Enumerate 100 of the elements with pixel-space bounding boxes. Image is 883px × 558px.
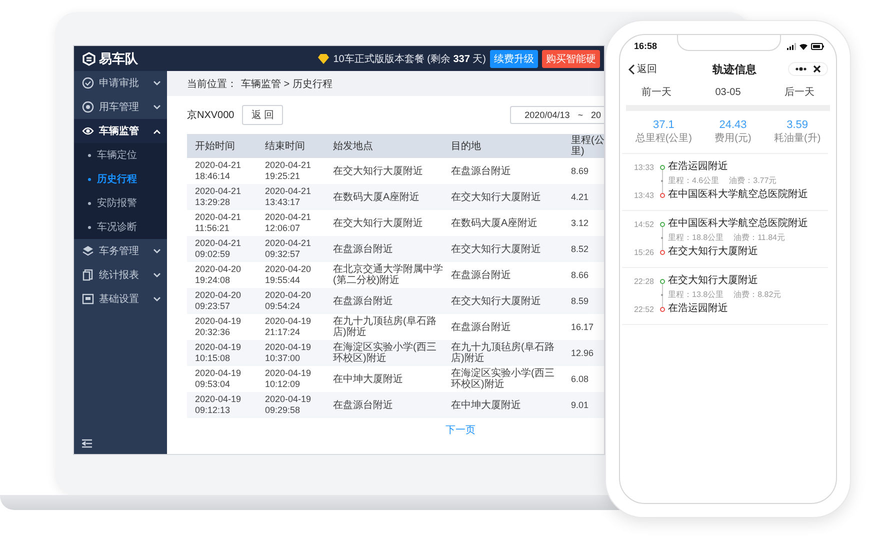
table-cell: 2020-04-21 12:06:07 [257, 210, 325, 236]
end-place: 在中国医科大学航空总医院附近 [668, 188, 809, 202]
table-cell: 2020-04-21 13:43:17 [257, 184, 325, 210]
trip-cost: 油费：11.84元 [734, 232, 786, 244]
trip-cost: 油费：8.82元 [734, 289, 782, 301]
start-time: 22:28 [632, 276, 655, 286]
table-cell: 2020-04-21 19:25:21 [257, 158, 325, 184]
column-header: 里程(公里) [563, 134, 604, 158]
table-cell: 在盘源台附近 [325, 392, 443, 418]
table-cell: 在中坤大厦附近 [325, 366, 443, 392]
end-place: 在浩运园附近 [668, 302, 729, 316]
date-range-field[interactable]: 2020/04/13 ~ 20 [510, 106, 604, 124]
table-cell: 12.96 [563, 340, 604, 366]
table-cell: 在交大知行大厦附近 [325, 210, 443, 236]
check-circle-icon [82, 77, 94, 89]
table-cell: 2020-04-21 18:46:14 [187, 158, 257, 184]
table-cell: 2020-04-20 09:23:57 [187, 288, 257, 314]
sidebar-subitem[interactable]: 车辆定位 [74, 143, 167, 167]
table-cell: 在交大知行大厦附近 [325, 158, 443, 184]
documents-icon [82, 269, 94, 281]
more-icon[interactable] [795, 67, 807, 71]
table-cell: 2020-04-19 09:53:04 [187, 366, 257, 392]
table-cell: 2020-04-21 13:29:28 [187, 184, 257, 210]
collapse-menu-icon[interactable] [82, 439, 92, 448]
table-cell: 4.21 [563, 184, 604, 210]
sidebar-subitem[interactable]: 车况诊断 [74, 215, 167, 239]
sidebar-item[interactable]: 基础设置 [74, 287, 167, 311]
start-place: 在中国医科大学航空总医院附近 [668, 217, 809, 231]
back-button[interactable]: 返 回 [242, 105, 284, 125]
trip-mileage: 里程：18.8公里 [668, 232, 724, 244]
table-cell: 在交大知行大厦附近 [443, 184, 563, 210]
stat-label: 总里程(公里) [635, 132, 692, 145]
table-cell: 16.17 [563, 314, 604, 340]
table-cell: 在海淀区实验小学(西三环校区)附近 [325, 340, 443, 366]
column-header: 结束时间 [257, 134, 325, 158]
table-cell: 在盘源台附近 [325, 236, 443, 262]
table-cell: 在盘源台附近 [443, 158, 563, 184]
start-time: 13:33 [632, 162, 655, 172]
stat-label: 耗油量(升) [774, 132, 821, 145]
table-cell: 在交大知行大厦附近 [443, 288, 563, 314]
app-logo-text: 易车队 [99, 50, 138, 68]
wifi-icon [799, 42, 808, 50]
status-time: 16:58 [634, 41, 658, 51]
sidebar-subitem[interactable]: 安防报警 [74, 191, 167, 215]
table-cell: 在九十九顶毡房(阜石路店)附近 [325, 314, 443, 340]
current-date: 03-05 [715, 86, 741, 98]
table-cell: 2020-04-19 10:15:08 [187, 340, 257, 366]
table-cell: 8.69 [563, 158, 604, 184]
previous-day-link[interactable]: 前一天 [642, 85, 672, 99]
table-cell: 9.01 [563, 392, 604, 418]
close-icon[interactable] [813, 65, 821, 73]
battery-icon [811, 42, 824, 50]
end-dot [660, 250, 664, 254]
start-dot [660, 164, 664, 170]
table-cell: 在北京交通大学附属中学(第二分校)附近 [325, 262, 443, 288]
sidebar-item[interactable]: 车辆监管 [74, 119, 167, 143]
stat-label: 费用(元) [714, 132, 752, 145]
stat-value: 37.1 [652, 119, 674, 131]
trip-mileage: 里程：13.8公里 [668, 289, 724, 301]
sidebar-item[interactable]: 用车管理 [74, 95, 167, 119]
diamond-icon [318, 54, 330, 64]
column-header: 始发地点 [325, 134, 443, 158]
start-dot [660, 278, 664, 284]
table-cell: 2020-04-21 09:32:57 [257, 236, 325, 262]
end-time: 13:43 [632, 190, 655, 200]
column-header: 开始时间 [187, 134, 257, 158]
sidebar-subitem[interactable]: 历史行程 [74, 167, 167, 191]
logo-icon [82, 52, 96, 66]
start-time: 14:52 [632, 220, 655, 228]
sidebar-item[interactable]: 申请审批 [74, 71, 167, 95]
plan-notice: 10车正式版版本套餐 (剩余 337 天) [333, 52, 486, 66]
table-cell: 2020-04-19 10:37:00 [257, 340, 325, 366]
table-cell: 8.52 [563, 236, 604, 262]
next-day-link[interactable]: 后一天 [784, 85, 814, 99]
column-header: 目的地 [443, 134, 563, 158]
stat-value: 24.43 [719, 119, 747, 131]
signal-icon [787, 42, 796, 50]
table-cell: 2020-04-19 10:12:09 [257, 366, 325, 392]
table-cell: 2020-04-21 11:56:21 [187, 210, 257, 236]
start-place: 在交大知行大厦附近 [668, 274, 759, 288]
table-cell: 在海淀区实验小学(西三环校区)附近 [443, 366, 563, 392]
table-cell: 2020-04-19 09:12:13 [187, 392, 257, 418]
stat-value: 3.59 [786, 119, 808, 131]
table-cell: 8.59 [563, 288, 604, 314]
table-cell: 2020-04-20 19:55:44 [257, 262, 325, 288]
sidebar-item[interactable]: 统计报表 [74, 263, 167, 287]
end-time: 15:26 [632, 248, 655, 256]
table-cell: 在交大知行大厦附近 [443, 236, 563, 262]
date-separator: ~ [578, 110, 583, 120]
chevron-left-icon [628, 64, 635, 74]
trip-cost: 油费：3.77元 [729, 175, 777, 187]
start-dot [660, 222, 664, 226]
table-cell: 2020-04-19 09:29:58 [257, 392, 325, 418]
table-cell: 在数码大厦A座附近 [443, 210, 563, 236]
target-icon [82, 101, 94, 113]
sidebar-item[interactable]: 车务管理 [74, 239, 167, 263]
back-link[interactable]: 返回 [628, 62, 657, 76]
start-date: 2020/04/13 [524, 110, 570, 120]
plate-number: 京NXV000 [187, 108, 234, 122]
table-cell: 在盘源台附近 [443, 262, 563, 288]
